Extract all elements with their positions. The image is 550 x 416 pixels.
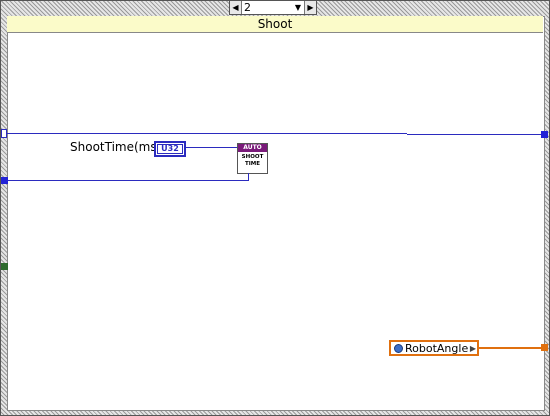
wire-middle-vertical[interactable] [248,173,249,181]
chevron-down-icon[interactable]: ▼ [295,1,304,14]
robot-angle-local-variable[interactable]: RobotAngle ▶ [389,340,479,356]
wire-constant-to-subvi[interactable] [186,147,237,148]
subvi-body: SHOOT TIME [238,152,267,168]
wire-top[interactable] [7,133,407,134]
case-selector-text: 2 [244,1,251,14]
case-selector[interactable]: ◀ 2 ▼ ▶ [229,0,317,15]
robot-angle-label: RobotAngle [405,341,469,355]
case-selector-value[interactable]: 2 ▼ [242,1,304,14]
u32-constant[interactable]: U32 [154,141,186,157]
wire-top-right[interactable] [407,134,543,135]
wire-robot-angle[interactable] [479,347,542,349]
tunnel-right-top[interactable] [541,131,548,138]
triangle-right-icon: ▶ [469,343,476,353]
constant-label: ShootTime(ms) [70,140,162,154]
auto-shoot-time-subvi[interactable]: AUTO SHOOT TIME [237,143,268,174]
globe-icon [394,343,403,353]
tunnel-right-orange[interactable] [541,344,548,351]
case-prev-button[interactable]: ◀ [230,1,242,14]
tunnel-left-top[interactable] [1,129,7,138]
wire-middle-horizontal[interactable] [8,180,249,181]
tunnel-left-green[interactable] [1,263,8,270]
u32-label: U32 [157,144,183,154]
subvi-header: AUTO [238,144,267,152]
case-label: Shoot [7,16,543,33]
tunnel-left-middle[interactable] [1,177,8,184]
case-next-button[interactable]: ▶ [304,1,316,14]
subvi-line1: SHOOT [241,154,264,160]
subvi-line2: TIME [244,161,261,167]
